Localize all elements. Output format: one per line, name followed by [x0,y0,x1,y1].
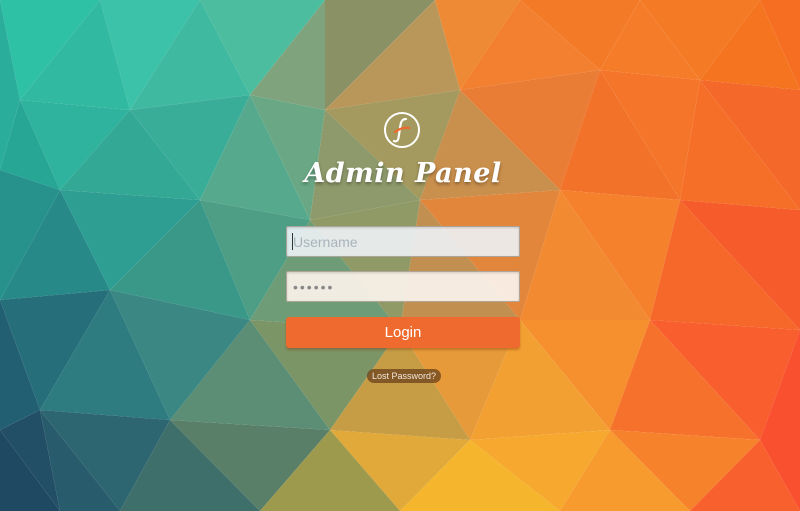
username-field[interactable] [286,226,520,257]
text-cursor [292,233,293,250]
login-page: Admin Panel Login Lost Password? [0,0,800,511]
page-title: Admin Panel [304,158,502,189]
password-field[interactable] [286,271,520,302]
lost-password-link[interactable]: Lost Password? [367,369,441,383]
script-f-logo-icon [384,112,420,148]
login-button[interactable]: Login [286,317,520,348]
